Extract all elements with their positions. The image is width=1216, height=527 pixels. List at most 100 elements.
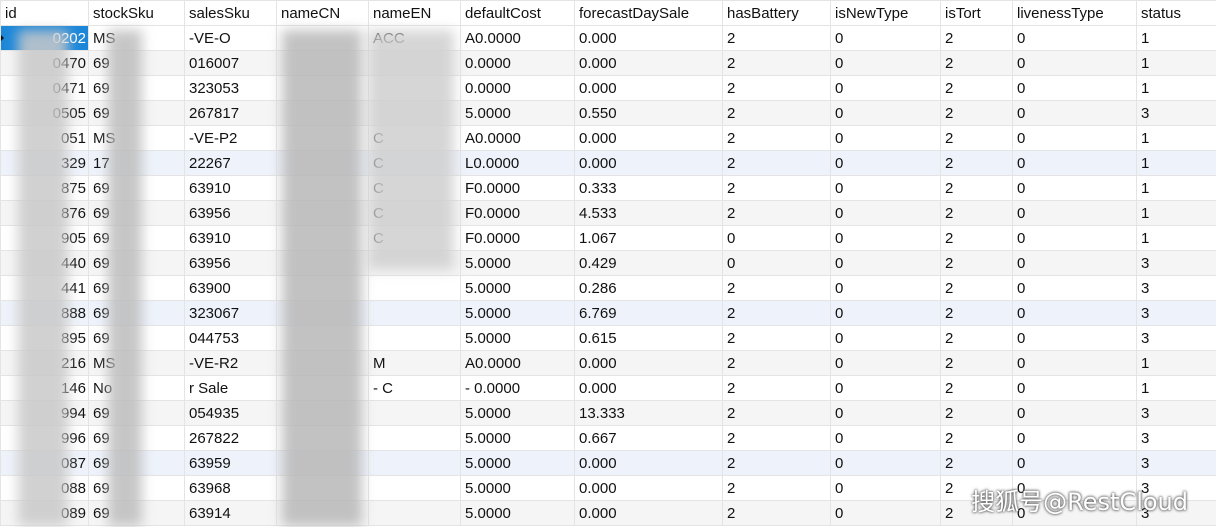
cell-stockSku[interactable]: 69 <box>88 175 185 201</box>
cell-hasBattery[interactable]: 2 <box>722 25 831 51</box>
cell-salesSku[interactable]: 63968 <box>184 475 277 501</box>
cell-stockSku[interactable]: 69 <box>88 275 185 301</box>
cell-salesSku[interactable]: 044753 <box>184 325 277 351</box>
cell-isNewType[interactable]: 0 <box>830 425 941 451</box>
cell-nameCN[interactable] <box>276 400 369 426</box>
cell-defaultCost[interactable]: L0.0000 <box>460 150 575 176</box>
cell-nameCN[interactable] <box>276 375 369 401</box>
cell-nameEN[interactable] <box>368 400 461 426</box>
cell-isNewType[interactable]: 0 <box>830 500 941 526</box>
cell-salesSku[interactable]: 63914 <box>184 500 277 526</box>
cell-stockSku[interactable]: MS <box>88 350 185 376</box>
cell-hasBattery[interactable]: 2 <box>722 450 831 476</box>
cell-hasBattery[interactable]: 2 <box>722 125 831 151</box>
cell-nameEN[interactable] <box>368 75 461 101</box>
cell-salesSku[interactable]: 63910 <box>184 225 277 251</box>
cell-id[interactable]: 0505 <box>0 100 89 126</box>
cell-nameEN[interactable] <box>368 325 461 351</box>
cell-stockSku[interactable]: 69 <box>88 300 185 326</box>
cell-defaultCost[interactable]: 5.0000 <box>460 500 575 526</box>
cell-nameEN[interactable] <box>368 300 461 326</box>
cell-id[interactable]: 996 <box>0 425 89 451</box>
cell-nameCN[interactable] <box>276 25 369 51</box>
cell-isTort[interactable]: 2 <box>940 175 1013 201</box>
cell-hasBattery[interactable]: 2 <box>722 350 831 376</box>
cell-forecastDaySale[interactable]: 0.000 <box>574 25 723 51</box>
table-row[interactable]: 440 69 63956 5.0000 0.429 0 0 2 0 3 <box>0 250 1216 276</box>
cell-nameEN[interactable]: C <box>368 150 461 176</box>
table-row[interactable]: 895 69 044753 5.0000 0.615 2 0 2 0 3 <box>0 325 1216 351</box>
cell-forecastDaySale[interactable]: 0.000 <box>574 500 723 526</box>
cell-defaultCost[interactable]: 5.0000 <box>460 425 575 451</box>
cell-salesSku[interactable]: 63910 <box>184 175 277 201</box>
cell-isNewType[interactable]: 0 <box>830 350 941 376</box>
cell-livenessType[interactable]: 0 <box>1012 325 1137 351</box>
cell-id[interactable]: 0471 <box>0 75 89 101</box>
cell-stockSku[interactable]: 69 <box>88 50 185 76</box>
cell-isNewType[interactable]: 0 <box>830 125 941 151</box>
cell-isTort[interactable]: 2 <box>940 125 1013 151</box>
cell-isNewType[interactable]: 0 <box>830 475 941 501</box>
table-row[interactable]: 875 69 63910 C F0.0000 0.333 2 0 2 0 1 <box>0 175 1216 201</box>
cell-salesSku[interactable]: 016007 <box>184 50 277 76</box>
cell-nameCN[interactable] <box>276 225 369 251</box>
cell-salesSku[interactable]: -VE-O <box>184 25 277 51</box>
cell-id[interactable]: 895 <box>0 325 89 351</box>
cell-nameCN[interactable] <box>276 100 369 126</box>
cell-stockSku[interactable]: 69 <box>88 325 185 351</box>
cell-hasBattery[interactable]: 2 <box>722 100 831 126</box>
cell-salesSku[interactable]: 63956 <box>184 200 277 226</box>
cell-status[interactable]: 1 <box>1136 150 1216 176</box>
cell-forecastDaySale[interactable]: 6.769 <box>574 300 723 326</box>
table-row[interactable]: 441 69 63900 5.0000 0.286 2 0 2 0 3 <box>0 275 1216 301</box>
cell-nameEN[interactable]: C <box>368 225 461 251</box>
cell-forecastDaySale[interactable]: 0.615 <box>574 325 723 351</box>
cell-nameEN[interactable] <box>368 425 461 451</box>
cell-defaultCost[interactable]: F0.0000 <box>460 225 575 251</box>
table-row[interactable]: 329 17 22267 C L0.0000 0.000 2 0 2 0 1 <box>0 150 1216 176</box>
cell-status[interactable]: 1 <box>1136 75 1216 101</box>
cell-nameEN[interactable] <box>368 450 461 476</box>
cell-isNewType[interactable]: 0 <box>830 100 941 126</box>
cell-stockSku[interactable]: 69 <box>88 225 185 251</box>
cell-defaultCost[interactable]: F0.0000 <box>460 200 575 226</box>
table-row[interactable]: 087 69 63959 5.0000 0.000 2 0 2 0 3 <box>0 450 1216 476</box>
cell-isTort[interactable]: 2 <box>940 300 1013 326</box>
cell-forecastDaySale[interactable]: 0.000 <box>574 150 723 176</box>
cell-isNewType[interactable]: 0 <box>830 250 941 276</box>
cell-nameEN[interactable] <box>368 100 461 126</box>
table-row[interactable]: 0202 MS -VE-O ACC A0.0000 0.000 2 0 2 0 1 <box>0 25 1216 51</box>
cell-isTort[interactable]: 2 <box>940 450 1013 476</box>
cell-nameEN[interactable] <box>368 475 461 501</box>
cell-id[interactable]: 146 <box>0 375 89 401</box>
cell-status[interactable]: 3 <box>1136 400 1216 426</box>
cell-defaultCost[interactable]: 5.0000 <box>460 300 575 326</box>
cell-livenessType[interactable]: 0 <box>1012 175 1137 201</box>
cell-status[interactable]: 1 <box>1136 125 1216 151</box>
cell-defaultCost[interactable]: 5.0000 <box>460 400 575 426</box>
cell-id[interactable]: 440 <box>0 250 89 276</box>
cell-status[interactable]: 3 <box>1136 425 1216 451</box>
cell-defaultCost[interactable]: F0.0000 <box>460 175 575 201</box>
cell-nameCN[interactable] <box>276 125 369 151</box>
cell-forecastDaySale[interactable]: 0.000 <box>574 50 723 76</box>
cell-nameCN[interactable] <box>276 300 369 326</box>
cell-salesSku[interactable]: -VE-R2 <box>184 350 277 376</box>
table-row[interactable]: 0505 69 267817 5.0000 0.550 2 0 2 0 3 <box>0 100 1216 126</box>
cell-forecastDaySale[interactable]: 0.000 <box>574 375 723 401</box>
cell-nameEN[interactable] <box>368 275 461 301</box>
column-header-hasBattery[interactable]: hasBattery <box>722 0 831 26</box>
cell-id[interactable]: 905 <box>0 225 89 251</box>
cell-isTort[interactable]: 2 <box>940 150 1013 176</box>
cell-livenessType[interactable]: 0 <box>1012 125 1137 151</box>
cell-nameCN[interactable] <box>276 450 369 476</box>
column-header-forecastDaySale[interactable]: forecastDaySale <box>574 0 723 26</box>
cell-stockSku[interactable]: MS <box>88 125 185 151</box>
cell-defaultCost[interactable]: A0.0000 <box>460 125 575 151</box>
cell-stockSku[interactable]: 69 <box>88 500 185 526</box>
cell-stockSku[interactable]: No <box>88 375 185 401</box>
cell-isTort[interactable]: 2 <box>940 400 1013 426</box>
cell-isNewType[interactable]: 0 <box>830 375 941 401</box>
cell-salesSku[interactable]: 323053 <box>184 75 277 101</box>
cell-isNewType[interactable]: 0 <box>830 300 941 326</box>
